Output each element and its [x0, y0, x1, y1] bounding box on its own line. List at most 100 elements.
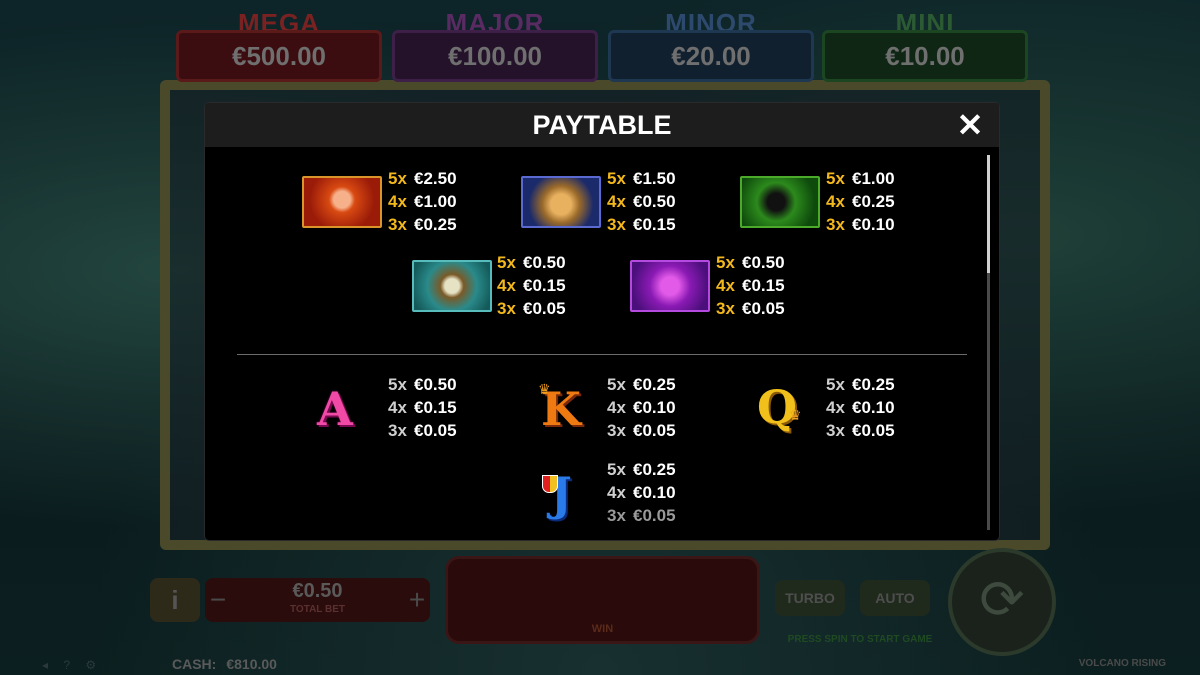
pay-count: 4x: [388, 398, 407, 417]
bet-decrease-button[interactable]: −: [205, 578, 231, 622]
close-icon[interactable]: ✕: [953, 108, 987, 142]
spin-icon: ⟳: [979, 570, 1025, 630]
pay-count: 5x: [607, 460, 626, 479]
pay-count: 5x: [826, 375, 845, 394]
pay-count: 4x: [826, 192, 845, 211]
pay-count: 5x: [826, 169, 845, 188]
pay-count: 5x: [497, 253, 516, 272]
modal-header: PAYTABLE ✕: [205, 103, 999, 147]
pay-amount: €0.15: [633, 215, 676, 234]
toucan-symbol-icon: [740, 176, 820, 228]
crown-icon: ♛: [538, 381, 551, 397]
pay-count: 3x: [826, 215, 845, 234]
pay-amount: €0.10: [852, 398, 895, 417]
crown-icon: ♛: [789, 407, 802, 423]
pay-amount: €0.05: [852, 421, 895, 440]
orchid-symbol-icon: [630, 260, 710, 312]
win-display: WIN: [445, 556, 760, 644]
pay-count: 4x: [716, 276, 735, 295]
letter-a-symbol: A: [317, 382, 353, 436]
pay-count: 3x: [826, 421, 845, 440]
pay-count: 3x: [388, 215, 407, 234]
total-bet-label: TOTAL BET: [290, 604, 345, 615]
win-label: WIN: [591, 623, 614, 635]
jackpot-mega: MEGA €500.00: [176, 8, 382, 82]
game-name: VOLCANO RISING: [1078, 658, 1166, 669]
pay-count: 5x: [607, 375, 626, 394]
jackpot-value: €10.00: [822, 30, 1028, 82]
q-paytable: 5x €0.25 4x €0.10 3x €0.05: [826, 373, 895, 442]
scrollbar-thumb[interactable]: [987, 155, 990, 273]
cash-display: CASH: €810.00: [172, 656, 277, 672]
pay-count: 3x: [607, 506, 626, 525]
pay-amount: €0.05: [742, 299, 785, 318]
status-message: PRESS SPIN TO START GAME: [787, 634, 933, 645]
pay-count: 4x: [607, 483, 626, 502]
total-bet-value: €0.50: [292, 580, 343, 602]
pay-amount: €0.05: [414, 421, 457, 440]
bet-increase-button[interactable]: +: [404, 578, 430, 622]
jaguar-symbol-icon: [521, 176, 601, 228]
pay-count: 4x: [607, 398, 626, 417]
info-button[interactable]: i: [150, 578, 200, 622]
pay-amount: €2.50: [414, 169, 457, 188]
pay-amount: €0.15: [414, 398, 457, 417]
pay-count: 5x: [716, 253, 735, 272]
pay-amount: €0.10: [852, 215, 895, 234]
letter-j-symbol: J: [550, 467, 572, 521]
turbo-button[interactable]: TURBO: [775, 580, 845, 616]
pay-amount: €0.05: [523, 299, 566, 318]
pay-count: 3x: [388, 421, 407, 440]
pay-amount: €0.10: [633, 483, 676, 502]
pay-amount: €0.10: [633, 398, 676, 417]
jackpot-minor: MINOR €20.00: [608, 8, 814, 82]
cash-label: CASH:: [172, 656, 217, 672]
pay-amount: €0.25: [852, 192, 895, 211]
paytable-modal: PAYTABLE ✕ 5x €2.50 4x €1.00 3x €0.25 5x €1.…: [205, 103, 999, 540]
drum-paytable: 5x €0.50 4x €0.15 3x €0.05: [497, 251, 566, 320]
section-divider: [237, 354, 967, 355]
pay-count: 5x: [607, 169, 626, 188]
pay-count: 4x: [388, 192, 407, 211]
cash-value: €810.00: [226, 656, 277, 672]
pay-amount: €0.25: [633, 375, 676, 394]
pay-amount: €0.25: [852, 375, 895, 394]
orchid-paytable: 5x €0.50 4x €0.15 3x €0.05: [716, 251, 785, 320]
pay-count: 3x: [607, 421, 626, 440]
pay-count: 3x: [716, 299, 735, 318]
paytable-title: PAYTABLE: [532, 110, 672, 140]
spin-button[interactable]: ⟳: [948, 548, 1056, 656]
pay-amount: €0.05: [633, 421, 676, 440]
pay-amount: €0.50: [633, 192, 676, 211]
goddess-paytable: 5x €2.50 4x €1.00 3x €0.25: [388, 167, 457, 236]
jackpot-mini: MINI €10.00: [822, 8, 1028, 82]
jackpot-value: €20.00: [608, 30, 814, 82]
auto-button[interactable]: AUTO: [860, 580, 930, 616]
bet-control: − €0.50 TOTAL BET +: [205, 578, 430, 622]
toucan-paytable: 5x €1.00 4x €0.25 3x €0.10: [826, 167, 895, 236]
goddess-symbol-icon: [302, 176, 382, 228]
jaguar-paytable: 5x €1.50 4x €0.50 3x €0.15: [607, 167, 676, 236]
jackpot-value: €500.00: [176, 30, 382, 82]
pay-count: 4x: [607, 192, 626, 211]
pay-count: 3x: [497, 299, 516, 318]
sound-settings-icons[interactable]: ◂ ? ⚙: [42, 658, 102, 672]
pay-amount: €0.25: [633, 460, 676, 479]
shield-icon: [542, 475, 558, 493]
pay-count: 3x: [607, 215, 626, 234]
pay-amount: €0.05: [633, 506, 676, 525]
k-paytable: 5x €0.25 4x €0.10 3x €0.05: [607, 373, 676, 442]
jackpot-value: €100.00: [392, 30, 598, 82]
pay-count: 4x: [497, 276, 516, 295]
pay-amount: €0.25: [414, 215, 457, 234]
a-paytable: 5x €0.50 4x €0.15 3x €0.05: [388, 373, 457, 442]
pay-amount: €0.50: [523, 253, 566, 272]
pay-amount: €0.15: [523, 276, 566, 295]
pay-amount: €0.50: [414, 375, 457, 394]
pay-amount: €1.00: [852, 169, 895, 188]
pay-amount: €1.00: [414, 192, 457, 211]
pay-amount: €0.15: [742, 276, 785, 295]
pay-amount: €0.50: [742, 253, 785, 272]
jackpot-major: MAJOR €100.00: [392, 8, 598, 82]
pay-count: 4x: [826, 398, 845, 417]
